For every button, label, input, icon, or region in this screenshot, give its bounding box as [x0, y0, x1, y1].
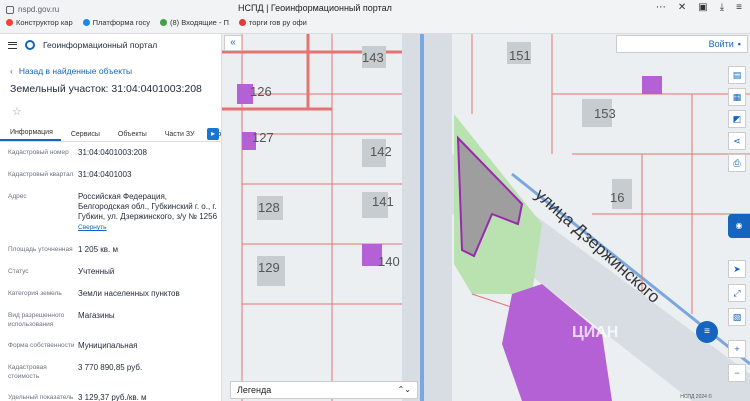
- svg-text:153: 153: [594, 106, 616, 121]
- road-vertical: [402, 34, 452, 401]
- bookmark-item[interactable]: торги гов ру офи: [238, 18, 307, 27]
- svg-text:128: 128: [258, 200, 280, 215]
- bookmark-item[interactable]: Конструктор кар: [6, 18, 73, 27]
- chat-button[interactable]: ≡: [696, 321, 718, 343]
- download-icon[interactable]: ⤓: [720, 2, 724, 13]
- zoom-out-button[interactable]: −: [728, 364, 746, 382]
- info-panel: Кадастровый номер 31:04:0401003:208 Кадас…: [0, 142, 221, 401]
- collapse-sidebar-button[interactable]: «: [224, 35, 242, 51]
- portal-logo-icon: [25, 40, 35, 50]
- chevron-updown-icon: ⌃⌄: [397, 385, 411, 394]
- svg-text:127: 127: [252, 130, 274, 145]
- url-bar[interactable]: nspd.gov.ru: [6, 3, 59, 16]
- bookmark-item[interactable]: (8) Входящие - П: [160, 18, 229, 27]
- layers-tool[interactable]: ▤: [728, 66, 746, 84]
- lock-icon: [6, 5, 14, 14]
- info-tool[interactable]: ▦: [728, 88, 746, 106]
- user-icon: ▪: [737, 39, 741, 49]
- portal-name: Геоинформационный портал: [43, 40, 158, 50]
- tabs-next-icon[interactable]: ▸: [207, 128, 219, 140]
- screenshot-icon[interactable]: ▣: [698, 2, 707, 13]
- bookmark-icon: [6, 19, 13, 26]
- svg-text:151: 151: [509, 48, 531, 63]
- field-row: Удельный показатель кадастровой стоимост…: [8, 393, 147, 401]
- tab-services[interactable]: Сервисы: [61, 131, 108, 141]
- pin-icon[interactable]: ✕: [678, 2, 686, 13]
- url-text: nspd.gov.ru: [18, 5, 60, 14]
- svg-text:16: 16: [610, 190, 624, 205]
- bookmark-icon: [82, 19, 90, 26]
- collapse-link[interactable]: Свернуть: [78, 224, 107, 231]
- map-canvas[interactable]: 143 151 126 153 127 142 141 16 128 129 1…: [222, 34, 750, 401]
- fullscreen-tool[interactable]: ⤢: [728, 284, 746, 302]
- tab-information[interactable]: Информация: [0, 129, 61, 141]
- watermark: ЦИАН: [572, 324, 619, 341]
- more-icon[interactable]: ⋯: [656, 2, 666, 13]
- tab-bar: Информация Сервисы Объекты Части ЗУ Сост…: [0, 128, 221, 142]
- window-title: НСПД | Геоинформационный портал: [238, 3, 392, 13]
- legend-dropdown[interactable]: Легенда ⌃⌄: [230, 381, 418, 399]
- svg-text:126: 126: [250, 84, 272, 99]
- browser-chrome: nspd.gov.ru НСПД | Геоинформационный пор…: [0, 0, 750, 34]
- svg-text:143: 143: [362, 50, 384, 65]
- select-tool[interactable]: ◩: [728, 110, 746, 128]
- hamburger-icon[interactable]: [8, 41, 17, 49]
- locate-tool[interactable]: ➤: [728, 260, 746, 278]
- svg-text:140: 140: [378, 254, 400, 269]
- tab-parts[interactable]: Части ЗУ: [155, 131, 203, 141]
- window-controls: ⋯ ✕ ▣ ⤓ ≡: [656, 2, 742, 13]
- bookmark-icon: [238, 19, 246, 26]
- field-row: Адрес Российская Федерация, Белгородская …: [8, 192, 218, 231]
- field-row: Площадь уточненная 1 205 кв. м: [8, 245, 118, 254]
- basemap-tool[interactable]: ▧: [728, 308, 746, 326]
- bookmarks-bar: Конструктор кар Платформа госу (8) Входя…: [6, 18, 307, 27]
- sidebar: Геоинформационный портал ‹ Назад в найде…: [0, 34, 222, 401]
- print-tool[interactable]: ⎙: [728, 154, 746, 172]
- field-row: Форма собственности Муниципальная: [8, 341, 138, 350]
- copyright: НСПД 2024 ©: [680, 394, 712, 400]
- svg-text:142: 142: [370, 144, 392, 159]
- tab-objects[interactable]: Объекты: [108, 131, 155, 141]
- svg-text:141: 141: [372, 194, 394, 209]
- portal-header: Геоинформационный портал: [0, 36, 221, 54]
- share-tool[interactable]: ⋖: [728, 132, 746, 150]
- menu-icon[interactable]: ≡: [736, 2, 742, 13]
- zoom-in-button[interactable]: +: [728, 340, 746, 358]
- svg-text:129: 129: [258, 260, 280, 275]
- map-graphic[interactable]: 143 151 126 153 127 142 141 16 128 129 1…: [222, 34, 750, 401]
- bookmark-icon: [160, 19, 168, 26]
- field-row: Вид разрешенного использования Магазины: [8, 311, 115, 328]
- field-row: Кадастровый номер 31:04:0401003:208: [8, 148, 147, 157]
- chevron-left-icon: ‹: [10, 66, 13, 76]
- login-button[interactable]: Войти ▪: [616, 35, 748, 53]
- favorite-star-icon[interactable]: ☆: [12, 105, 221, 118]
- field-row: Кадастровая стоимость 3 770 890,85 руб.: [8, 363, 143, 380]
- field-row: Кадастровый квартал 31:04:0401003: [8, 170, 132, 179]
- page-title: Земельный участок: 31:04:0401003:208: [10, 83, 202, 95]
- back-link[interactable]: ‹ Назад в найденные объекты: [10, 66, 221, 76]
- bookmark-item[interactable]: Платформа госу: [82, 18, 150, 27]
- field-row: Категория земель Земли населенных пунктов: [8, 289, 180, 298]
- field-row: Статус Учтенный: [8, 267, 115, 276]
- assistant-badge[interactable]: ◉: [728, 214, 750, 238]
